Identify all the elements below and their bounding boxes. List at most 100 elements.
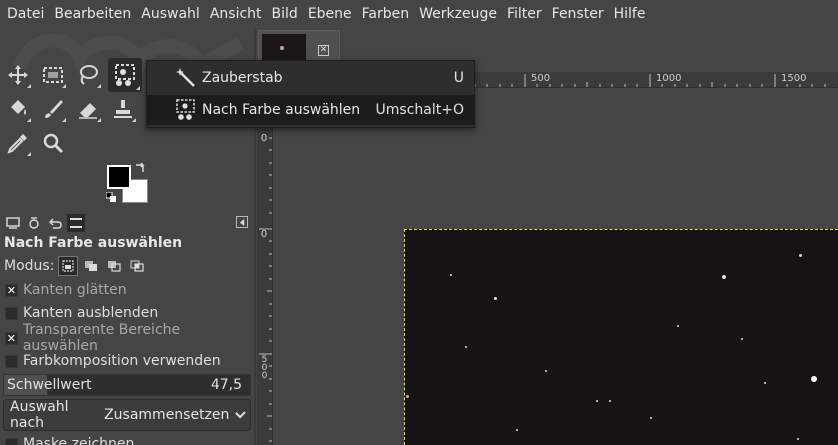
menu-bearbeiten[interactable]: Bearbeiten [54,6,131,22]
tab-undo-history[interactable] [46,214,64,232]
star [516,429,518,431]
tool-paintbrush[interactable] [38,94,68,124]
tool-rect-select[interactable] [38,60,68,90]
mode-intersect-button[interactable] [127,256,147,276]
star [450,274,452,276]
star [596,400,598,402]
tool-options-icon [6,217,20,229]
mode-label: Modus: [4,258,55,274]
menu-auswahl[interactable]: Auswahl [141,6,200,22]
menu-item-select-by-color[interactable]: Nach Farbe auswählen Umschalt+O [147,95,474,125]
star [722,275,726,279]
foreground-color-swatch[interactable] [107,165,131,189]
option-antialias[interactable]: ✕ Kanten glätten [5,281,127,299]
tool-lasso[interactable] [73,60,103,90]
tool-eraser[interactable] [73,94,103,124]
option-feather[interactable]: Kanten ausblenden [5,304,158,322]
menu-bild[interactable]: Bild [272,6,298,22]
star [741,338,743,340]
tab-tool-options[interactable] [4,214,22,232]
option-select-transparent-label: Transparente Bereiche auswählen [22,322,181,354]
device-status-icon [29,217,39,229]
option-draw-mask-label: Maske zeichnen [23,436,135,445]
option-antialias-label: Kanten glätten [23,282,127,298]
tool-options-title: Nach Farbe auswählen [4,235,183,251]
zoom-icon [43,133,64,154]
star [764,382,766,384]
tool-group-popup: Zauberstab U Nach Farbe auswählen Umscha… [146,60,475,128]
menu-ebene[interactable]: Ebene [308,6,352,22]
mode-add-button[interactable] [81,256,101,276]
swap-colors-icon[interactable] [134,162,146,174]
option-draw-mask[interactable]: Maske zeichnen [5,435,134,445]
menu-item-fuzzy-select[interactable]: Zauberstab U [147,63,474,93]
ruler-label-500: 500 [531,73,551,84]
ruler-label-1000: 1000 [656,73,682,84]
triangle-left-icon [239,218,244,226]
checkbox-select-transparent[interactable]: ✕ [5,331,18,345]
checkbox-feather[interactable] [5,306,18,320]
star [406,395,409,398]
ruler-label-500-vertical: 500 [261,355,268,381]
mode-intersect-icon [130,260,145,272]
ruler-label-1500: 1500 [781,73,807,84]
tool-fuzzy-select[interactable] [108,58,142,92]
menu-filter[interactable]: Filter [507,6,542,22]
undo-history-icon [49,218,62,229]
dock-menu-button[interactable] [236,216,248,228]
select-by-label: Auswahl nach [10,399,69,431]
tab-device-status[interactable] [25,214,43,232]
tool-zoom[interactable] [38,128,68,158]
threshold-value: 47,5 [210,377,242,393]
option-feather-label: Kanten ausblenden [23,305,159,321]
reset-colors-icon[interactable] [106,192,116,202]
tool-bucket-fill[interactable] [3,94,33,124]
gimp-window: Datei Bearbeiten Auswahl Ansicht Bild Eb… [0,0,838,445]
menu-farben[interactable]: Farben [362,6,409,22]
star [650,417,652,419]
star [797,438,799,440]
menu-ansicht[interactable]: Ansicht [210,6,262,22]
ruler-vertical[interactable]: 0 0 500 [257,88,273,445]
menu-fenster[interactable]: Fenster [552,6,604,22]
ruler-label-image-0: 0 [260,229,268,240]
checkbox-draw-mask[interactable] [5,437,18,445]
image-tab[interactable]: ✕ [258,30,340,64]
magic-wand-icon [174,66,198,90]
option-sample-merged-label: Farbkomposition verwenden [23,353,221,369]
checkbox-antialias[interactable]: ✕ [5,283,18,297]
close-icon[interactable]: ✕ [318,45,329,56]
star [545,370,547,372]
option-sample-merged[interactable]: Farbkomposition verwenden [5,352,221,370]
threshold-label: Schwellwert [7,377,92,393]
dock-tabs [0,212,256,234]
tab-images[interactable] [67,214,85,232]
select-by-dropdown[interactable]: Auswahl nach Zusammensetzen [3,399,251,431]
menu-hilfe[interactable]: Hilfe [614,6,646,22]
option-select-transparent[interactable]: ✕ Transparente Bereiche auswählen [5,322,256,354]
tool-move[interactable] [3,60,33,90]
mode-replace-icon [62,260,75,272]
menu-datei[interactable]: Datei [7,6,44,22]
tool-clone[interactable] [108,94,138,124]
threshold-slider[interactable]: Schwellwert 47,5 [3,374,251,396]
menu-item-select-by-color-shortcut: Umschalt+O [375,102,464,118]
mode-row: Modus: [4,256,150,276]
mode-subtract-icon [108,261,122,272]
menu-item-fuzzy-select-label: Zauberstab [202,70,283,86]
mode-add-icon [85,261,98,271]
menu-item-fuzzy-select-shortcut: U [453,70,464,86]
image-thumbnail [262,34,306,62]
tool-color-picker[interactable] [3,128,33,158]
fuzzy-select-icon [115,64,135,86]
menu-werkzeuge[interactable]: Werkzeuge [419,6,497,22]
mode-replace-button[interactable] [58,256,79,276]
checkbox-sample-merged[interactable] [5,354,18,368]
select-by-color-icon [174,98,198,122]
menubar: Datei Bearbeiten Auswahl Ansicht Bild Eb… [0,0,838,28]
image-canvas[interactable] [404,229,838,445]
star [465,346,467,348]
mode-subtract-button[interactable] [104,256,124,276]
star [677,325,679,327]
color-swatches[interactable] [104,162,150,204]
